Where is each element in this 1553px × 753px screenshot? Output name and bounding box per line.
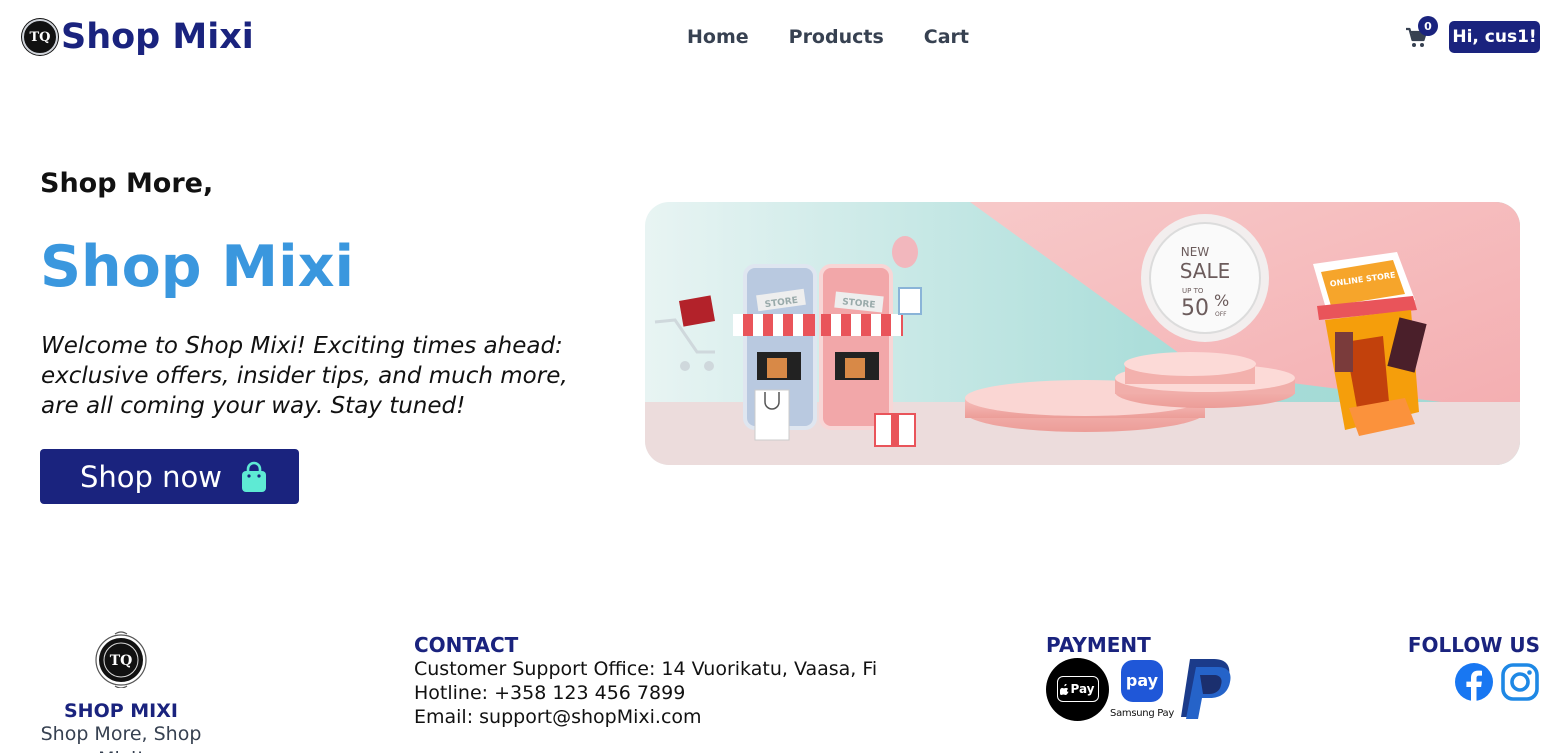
hero-kicker: Shop More,	[40, 168, 214, 199]
hero-description: Welcome to Shop Mixi! Exciting times ahe…	[41, 333, 568, 419]
footer-logo-text: TQ	[110, 653, 133, 669]
footer-brand: TQ SHOP MIXI Shop More, Shop Mixi!	[20, 630, 222, 753]
brand-name[interactable]: Shop Mixi	[61, 15, 254, 59]
footer-logo[interactable]: TQ	[93, 630, 149, 689]
nav-products[interactable]: Products	[789, 24, 884, 50]
instagram-icon[interactable]	[1500, 662, 1540, 702]
footer-tagline: Shop More, Shop Mixi!	[40, 723, 202, 753]
hero-banner: STORE STORE NEW SALE UP TO 50 % OFF ONLI…	[645, 202, 1520, 465]
contact-hotline[interactable]: Hotline: +358 123 456 7899	[414, 681, 877, 705]
cart-button[interactable]: 0	[1405, 16, 1438, 49]
footer-brand-name: SHOP MIXI	[64, 700, 178, 722]
contact-email[interactable]: Email: support@shopMixi.com	[414, 705, 877, 729]
hero-title: Shop Mixi	[40, 234, 355, 300]
main-nav: Home Products Cart	[687, 24, 1009, 50]
brand-logo[interactable]: TQ	[22, 19, 58, 55]
brand[interactable]: TQ Shop Mixi	[22, 15, 254, 59]
contact-heading: CONTACT	[414, 633, 519, 657]
follow-heading: FOLLOW US	[1407, 633, 1540, 657]
cart-count-badge: 0	[1418, 16, 1438, 36]
apple-pay-icon: Pay	[1046, 657, 1109, 721]
samsung-pay-icon: pay Samsung Pay	[1110, 659, 1174, 719]
site-header: TQ Shop Mixi Home Products Cart 0 Hi, cu…	[0, 0, 1553, 76]
shopping-bag-icon	[242, 461, 266, 492]
contact-office: Customer Support Office: 14 Vuorikatu, V…	[414, 658, 878, 680]
shop-now-button[interactable]: Shop now	[40, 449, 299, 504]
nav-cart[interactable]: Cart	[924, 24, 969, 50]
facebook-icon[interactable]	[1454, 662, 1494, 702]
samsung-pay-label: Samsung Pay	[1110, 707, 1174, 719]
apple-logo-icon	[1060, 683, 1070, 695]
social-links	[1408, 662, 1540, 702]
banner-illustration: STORE STORE NEW SALE UP TO 50 % OFF ONLI…	[645, 202, 1520, 465]
apple-pay-label: Pay	[1070, 682, 1095, 696]
nav-home[interactable]: Home	[687, 24, 749, 50]
payment-heading: PAYMENT	[1046, 633, 1151, 657]
banner-sale-amount: 50	[1181, 296, 1209, 321]
footer-follow: FOLLOW US	[1408, 633, 1540, 702]
samsung-pay-badge: pay	[1121, 659, 1163, 702]
payment-methods: Pay pay Samsung Pay	[1046, 657, 1234, 721]
footer-payment: PAYMENT Pay pay Samsung Pay	[1046, 633, 1234, 721]
shop-now-label: Shop now	[80, 459, 222, 494]
banner-sale-upto: UP TO	[1182, 287, 1204, 295]
user-menu-button[interactable]: Hi, cus1!	[1449, 21, 1540, 53]
banner-sale-percent: %	[1214, 291, 1229, 310]
banner-sale-word: SALE	[1180, 259, 1231, 283]
footer-contact: CONTACT Customer Support Office: 14 Vuor…	[414, 633, 877, 729]
paypal-icon	[1181, 659, 1231, 719]
banner-sale-off: OFF	[1215, 311, 1227, 318]
banner-sale-new: NEW	[1181, 245, 1210, 259]
